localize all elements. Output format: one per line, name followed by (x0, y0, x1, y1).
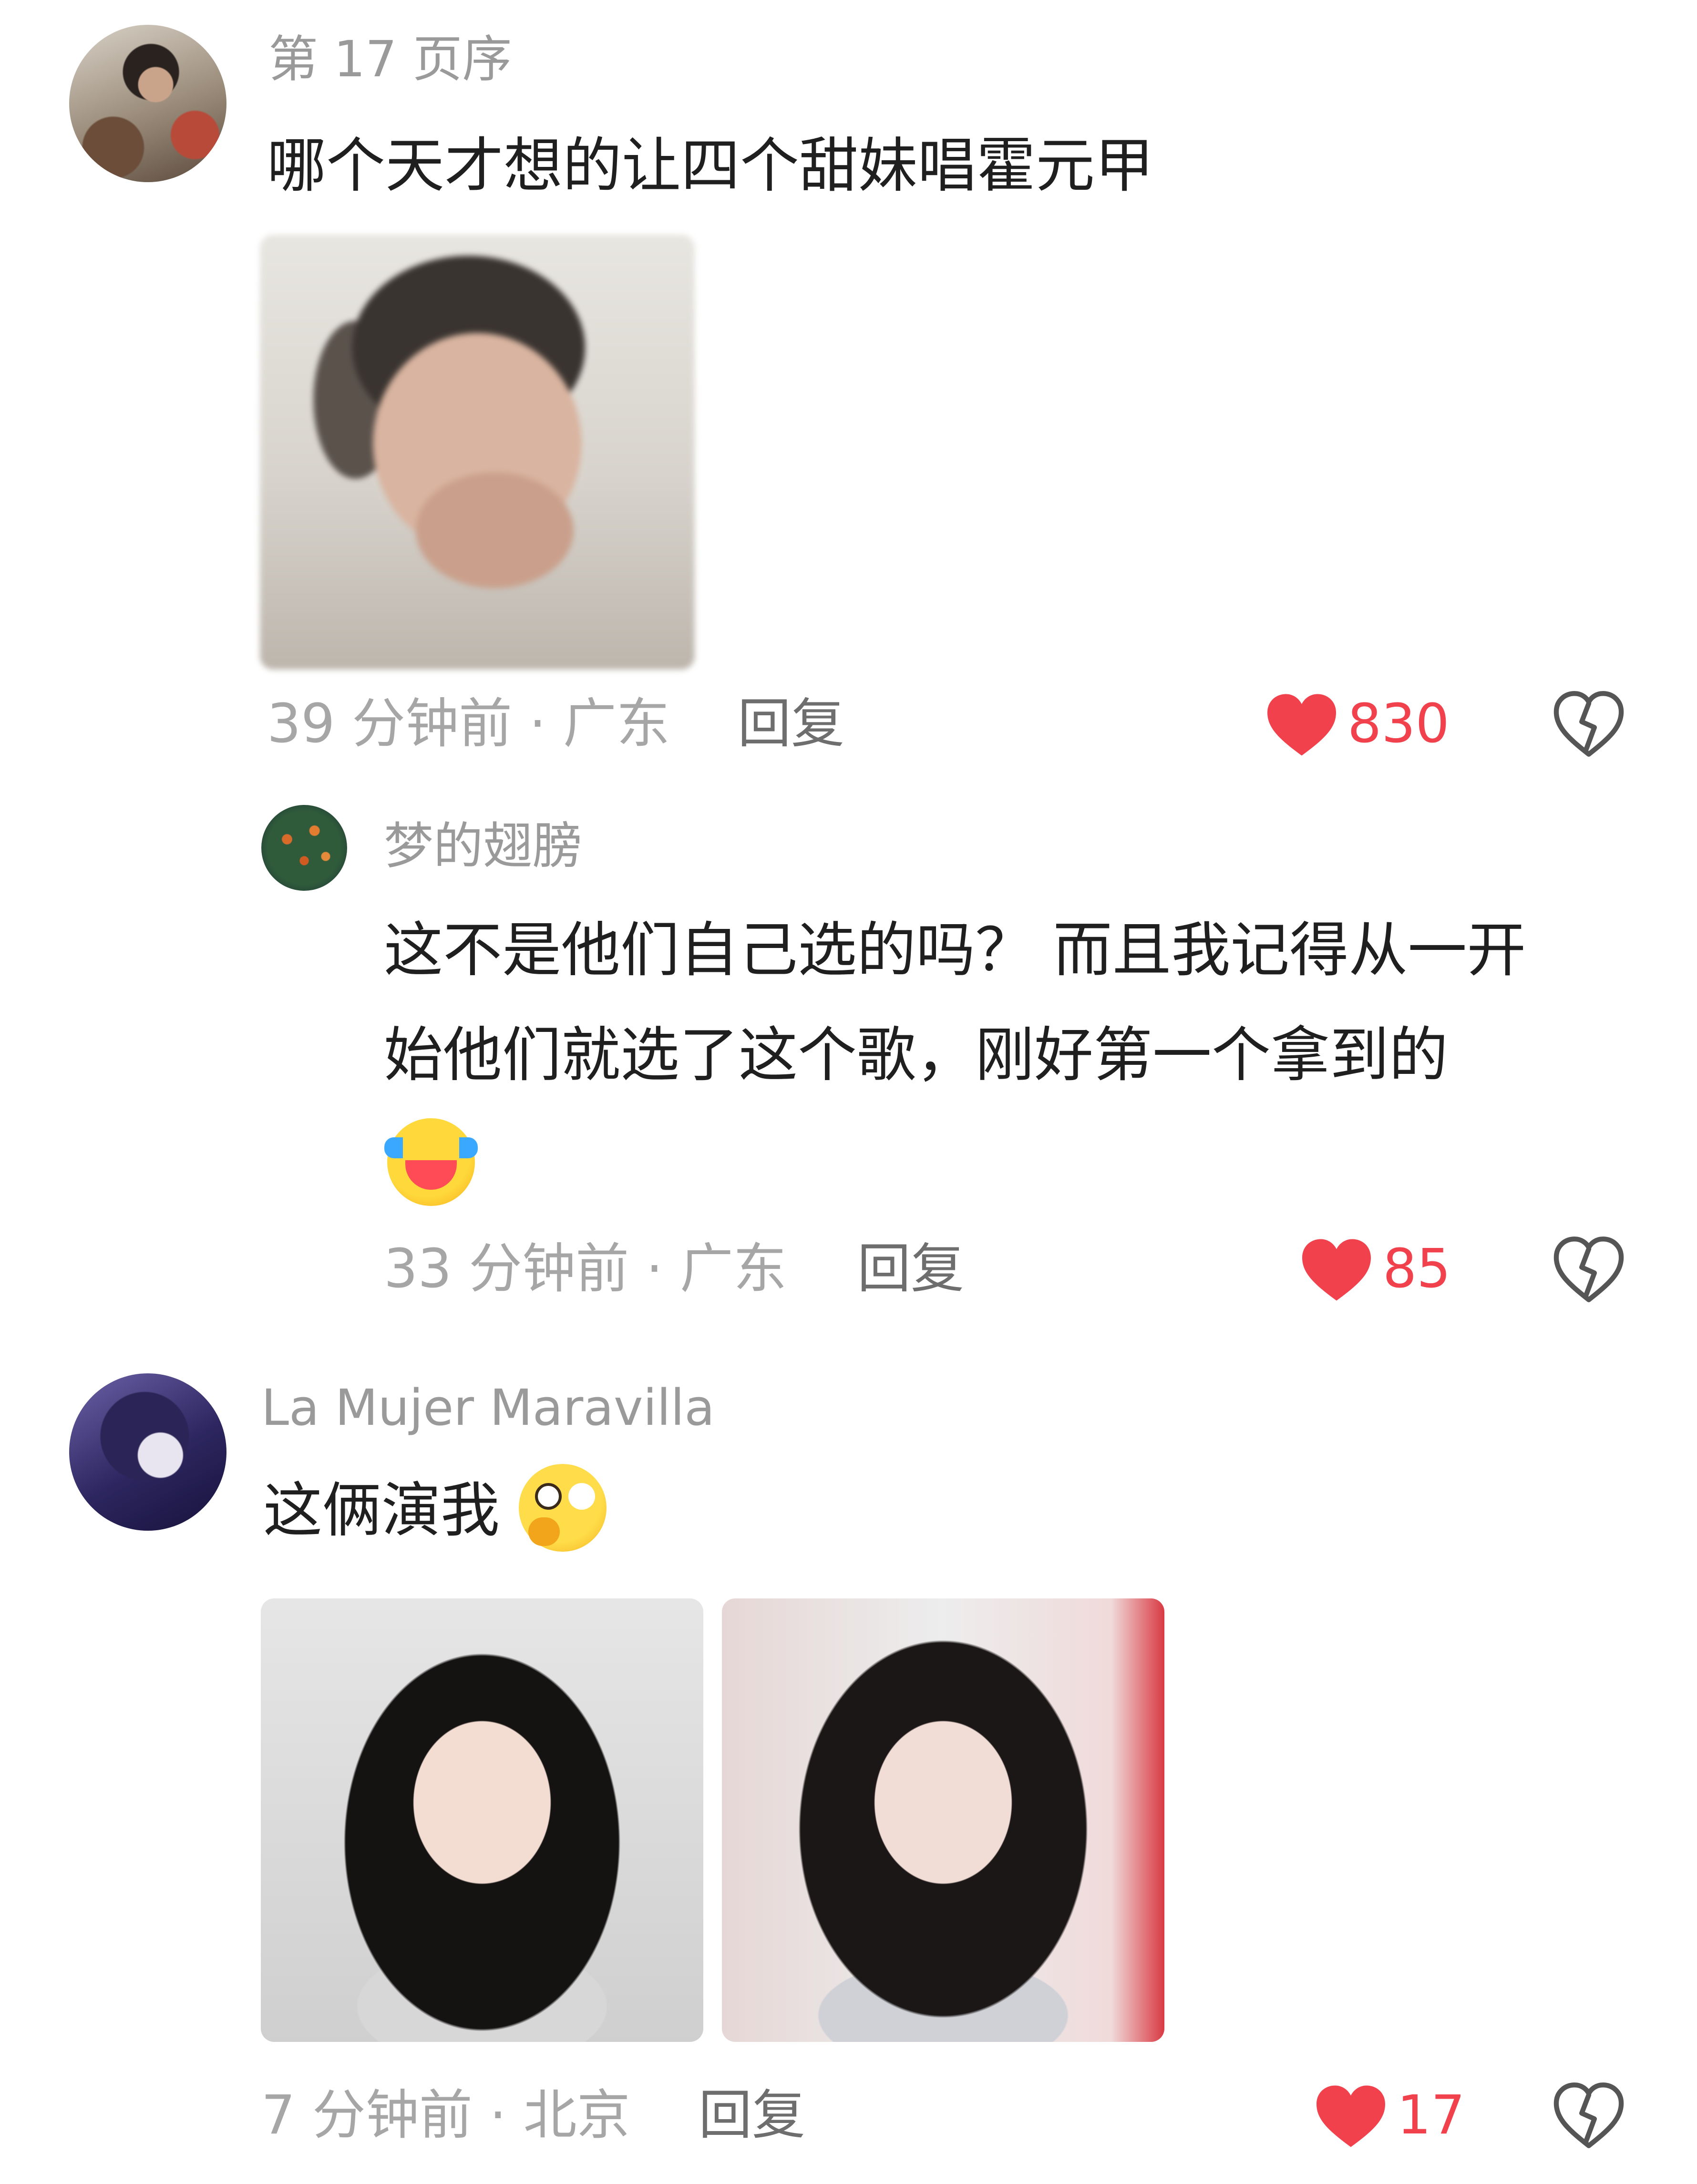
broken-heart-icon[interactable] (1553, 1236, 1624, 1303)
heart-icon[interactable] (1266, 692, 1337, 757)
laughing-tears-emoji-icon (384, 1118, 478, 1206)
comment-username[interactable]: 梦的翅膀 (384, 821, 582, 871)
reply-button[interactable]: 回复 (857, 1242, 964, 1296)
reply-button[interactable]: 回复 (738, 697, 844, 751)
comment-meta: 33 分钟前 · 广东 (384, 1238, 787, 1300)
comment-image[interactable] (261, 1598, 703, 2042)
comment-image[interactable] (722, 1598, 1164, 2042)
comment-text-line-2: 始他们就选了这个歌，刚好第一个拿到的 (384, 1021, 1449, 1090)
like-count: 85 (1383, 1238, 1451, 1300)
comment-meta: 39 分钟前 · 广东 (267, 693, 670, 755)
comment-username[interactable]: La Mujer Maravilla (261, 1383, 715, 1432)
comment-text: 哪个天才想的让四个甜妹唱霍元甲 (267, 132, 1154, 200)
avatar[interactable] (69, 1373, 226, 1531)
broken-heart-icon[interactable] (1553, 2082, 1624, 2149)
comment-text-line-1: 这不是他们自己选的吗？ 而且我记得从一开 (384, 916, 1526, 985)
avatar[interactable] (69, 25, 226, 182)
reply-button[interactable]: 回复 (699, 2089, 805, 2142)
broken-heart-icon[interactable] (1553, 690, 1624, 757)
comment-image[interactable] (260, 235, 695, 670)
comment-meta: 7 分钟前 · 北京 (261, 2084, 630, 2146)
heart-icon[interactable] (1301, 1237, 1372, 1302)
heart-icon[interactable] (1315, 2084, 1387, 2149)
like-count: 17 (1397, 2084, 1465, 2146)
comment-text: 这俩演我 (263, 1476, 500, 1545)
thinking-face-emoji-icon (519, 1464, 607, 1552)
like-count: 830 (1347, 693, 1450, 755)
comment-username[interactable]: 第 17 页序 (268, 34, 512, 84)
avatar[interactable] (261, 805, 347, 891)
